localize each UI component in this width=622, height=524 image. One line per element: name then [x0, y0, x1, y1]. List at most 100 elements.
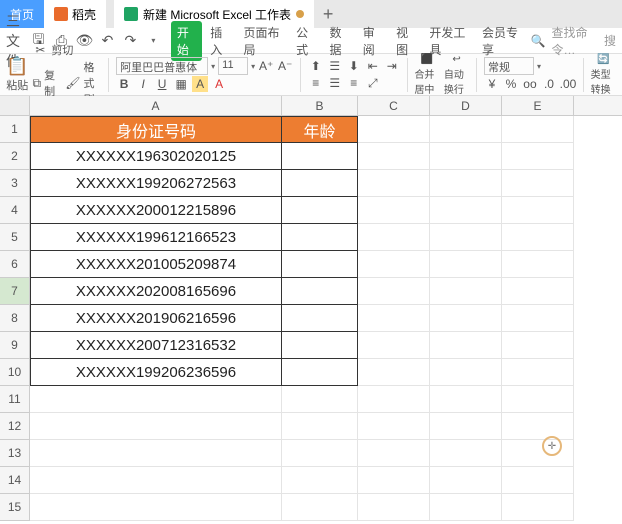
- row-header[interactable]: 7: [0, 278, 30, 305]
- ribbon-tab-data[interactable]: 数据: [323, 21, 354, 61]
- font-size-select[interactable]: 11: [218, 57, 248, 75]
- cell[interactable]: [430, 143, 502, 170]
- cell[interactable]: [502, 467, 574, 494]
- increase-font-icon[interactable]: A⁺: [258, 58, 274, 74]
- cell[interactable]: [502, 413, 574, 440]
- cell[interactable]: [358, 494, 430, 521]
- paste-button[interactable]: 📋 粘贴: [6, 56, 28, 93]
- cell[interactable]: [282, 224, 358, 251]
- cell[interactable]: [502, 116, 574, 143]
- cell[interactable]: XXXXXX200012215896: [30, 197, 282, 224]
- cell[interactable]: [282, 440, 358, 467]
- chevron-down-icon[interactable]: ▾: [251, 62, 255, 71]
- cell[interactable]: [430, 494, 502, 521]
- column-header-c[interactable]: C: [358, 96, 430, 115]
- cell[interactable]: [358, 359, 430, 386]
- cell[interactable]: [430, 386, 502, 413]
- number-format-select[interactable]: 常规: [484, 57, 534, 75]
- cell[interactable]: [358, 116, 430, 143]
- column-header-b[interactable]: B: [282, 96, 358, 115]
- cut-button[interactable]: 剪切: [51, 42, 73, 58]
- cell[interactable]: [30, 467, 282, 494]
- cell[interactable]: XXXXXX200712316532: [30, 332, 282, 359]
- row-header[interactable]: 10: [0, 359, 30, 386]
- cell[interactable]: [430, 305, 502, 332]
- cell[interactable]: [430, 440, 502, 467]
- row-header[interactable]: 1: [0, 116, 30, 143]
- cell[interactable]: [282, 332, 358, 359]
- cell[interactable]: [502, 386, 574, 413]
- ribbon-tab-pagelayout[interactable]: 页面布局: [238, 21, 289, 61]
- cell[interactable]: [282, 305, 358, 332]
- cell[interactable]: [358, 332, 430, 359]
- cell[interactable]: XXXXXX201005209874: [30, 251, 282, 278]
- cell[interactable]: [502, 143, 574, 170]
- cell[interactable]: [358, 170, 430, 197]
- cell[interactable]: XXXXXX199206236596: [30, 359, 282, 386]
- align-right-icon[interactable]: ≡: [346, 75, 362, 91]
- qat-redo-icon[interactable]: ↷: [121, 30, 140, 52]
- cell[interactable]: [358, 224, 430, 251]
- cell[interactable]: [502, 197, 574, 224]
- qat-more-icon[interactable]: ▾: [144, 30, 163, 52]
- cell[interactable]: [430, 116, 502, 143]
- cell[interactable]: 身份证号码: [30, 116, 282, 143]
- cell[interactable]: XXXXXX196302020125: [30, 143, 282, 170]
- chevron-down-icon[interactable]: ▾: [211, 62, 215, 71]
- row-header[interactable]: 9: [0, 332, 30, 359]
- cell[interactable]: [282, 494, 358, 521]
- align-left-icon[interactable]: ≡: [308, 75, 324, 91]
- italic-button[interactable]: I: [135, 76, 151, 92]
- cell[interactable]: [430, 413, 502, 440]
- type-convert-button[interactable]: 🔄 类型转换: [591, 54, 616, 96]
- align-center-icon[interactable]: ☰: [327, 75, 343, 91]
- cell[interactable]: [358, 440, 430, 467]
- row-header[interactable]: 3: [0, 170, 30, 197]
- cell[interactable]: [502, 305, 574, 332]
- row-header[interactable]: 12: [0, 413, 30, 440]
- cell[interactable]: XXXXXX201906216596: [30, 305, 282, 332]
- align-bottom-icon[interactable]: ⬇: [346, 58, 362, 74]
- column-header-a[interactable]: A: [30, 96, 282, 115]
- cell[interactable]: [430, 251, 502, 278]
- row-header[interactable]: 8: [0, 305, 30, 332]
- cell[interactable]: [502, 494, 574, 521]
- row-header[interactable]: 14: [0, 467, 30, 494]
- orientation-icon[interactable]: ⤢: [365, 75, 381, 91]
- cell[interactable]: 年龄: [282, 116, 358, 143]
- cell[interactable]: [502, 359, 574, 386]
- cell[interactable]: XXXXXX199612166523: [30, 224, 282, 251]
- cell[interactable]: [358, 197, 430, 224]
- cell[interactable]: [358, 386, 430, 413]
- cell[interactable]: [430, 278, 502, 305]
- cell[interactable]: [502, 251, 574, 278]
- select-all-corner[interactable]: [0, 96, 30, 115]
- cell[interactable]: XXXXXX199206272563: [30, 170, 282, 197]
- cell[interactable]: [282, 143, 358, 170]
- search-hint[interactable]: 查找命令…: [552, 24, 598, 58]
- file-menu[interactable]: 三 文件: [6, 30, 25, 52]
- tab-daoke[interactable]: 稻壳: [44, 0, 106, 28]
- column-header-e[interactable]: E: [502, 96, 574, 115]
- cell[interactable]: [502, 170, 574, 197]
- cell[interactable]: [358, 251, 430, 278]
- underline-button[interactable]: U: [154, 76, 170, 92]
- cell[interactable]: [282, 413, 358, 440]
- ribbon-tab-review[interactable]: 审阅: [357, 21, 388, 61]
- cell[interactable]: [282, 386, 358, 413]
- cell[interactable]: [430, 170, 502, 197]
- increase-decimal-icon[interactable]: .0: [541, 76, 557, 92]
- column-header-d[interactable]: D: [430, 96, 502, 115]
- cell[interactable]: [358, 413, 430, 440]
- cell[interactable]: [430, 224, 502, 251]
- cell[interactable]: [502, 278, 574, 305]
- ribbon-tab-member[interactable]: 会员专享: [476, 21, 527, 61]
- indent-left-icon[interactable]: ⇤: [365, 58, 381, 74]
- align-middle-icon[interactable]: ☰: [327, 58, 343, 74]
- row-header[interactable]: 4: [0, 197, 30, 224]
- cell[interactable]: [282, 170, 358, 197]
- copy-button[interactable]: 复制: [44, 67, 56, 99]
- row-header[interactable]: 15: [0, 494, 30, 521]
- cell[interactable]: [358, 278, 430, 305]
- cell[interactable]: [358, 305, 430, 332]
